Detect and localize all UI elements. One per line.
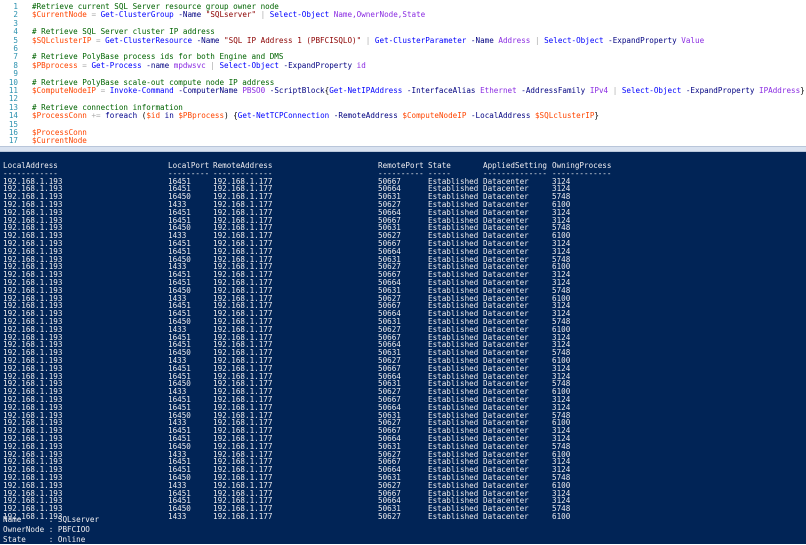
script-editor-pane[interactable]: 1 #Retrieve current SQL Server resource g… bbox=[0, 0, 806, 146]
code-text: $PBprocess = Get-Process -name mpdwsvc |… bbox=[32, 60, 366, 70]
code-token: Value bbox=[681, 35, 705, 45]
code-token: -ExpandProperty bbox=[278, 60, 357, 70]
code-token: Ethernet bbox=[480, 86, 517, 95]
property-key: Name bbox=[3, 515, 45, 524]
code-token: | bbox=[256, 10, 270, 20]
property-separator: : bbox=[44, 535, 58, 544]
applied-setting-cell: Datacenter bbox=[483, 512, 529, 521]
code-token: -Name bbox=[173, 10, 206, 20]
owning-process-cell: 6100 bbox=[552, 512, 571, 521]
state-cell: Established bbox=[428, 512, 479, 521]
code-token: -Name bbox=[192, 35, 225, 45]
code-token: -RemoteAddress bbox=[329, 111, 403, 121]
code-token: "SQL IP Address 1 (PBFCISQLO)" bbox=[224, 35, 362, 45]
cluster-group-properties: Name : SQLserver OwnerNode : PBFCIOO State… bbox=[3, 515, 99, 545]
code-token: | bbox=[361, 35, 375, 45]
code-token: $SQLclusterIP bbox=[534, 111, 595, 121]
code-token: Get-ClusterResource bbox=[105, 35, 193, 45]
code-token: id bbox=[356, 60, 366, 70]
code-token: foreach bbox=[105, 111, 138, 121]
code-token: $CurrentNode bbox=[32, 136, 87, 146]
code-token: $ComputeNodeIP bbox=[32, 86, 97, 95]
code-token: mpdwsvc bbox=[173, 60, 206, 70]
console-output-pane[interactable]: LocalAddress LocalPort RemoteAddress Remote… bbox=[0, 152, 806, 544]
code-text: $ComputeNodeIP = Invoke-Command -Compute… bbox=[32, 86, 805, 95]
code-token: -Name bbox=[466, 35, 499, 45]
code-text: $ProcessConn += foreach ($id in $PBproce… bbox=[32, 111, 599, 121]
code-token: Select-Object bbox=[269, 10, 330, 20]
code-token: PBSO0 bbox=[242, 86, 266, 95]
property-row: OwnerNode : PBFCIOO bbox=[3, 525, 99, 535]
code-token: "SQLserver" bbox=[205, 10, 257, 20]
code-token: = bbox=[86, 10, 101, 20]
line-number: 17 bbox=[8, 136, 18, 146]
code-token: Name,OwnerNode,State bbox=[329, 10, 426, 20]
code-token: | bbox=[205, 60, 220, 70]
remote-address-cell: 192.168.1.177 bbox=[213, 512, 273, 521]
code-token: -InterfaceAlias bbox=[402, 86, 481, 95]
code-token: -ScriptBlock bbox=[265, 86, 325, 95]
property-value: Online bbox=[57, 535, 86, 544]
code-token: $PBprocess bbox=[178, 111, 225, 121]
code-token: -ExpandProperty bbox=[681, 86, 760, 95]
property-separator: : bbox=[44, 525, 58, 534]
code-token: | bbox=[608, 86, 622, 95]
code-token: ( bbox=[137, 111, 147, 121]
code-token: Invoke-Command bbox=[109, 86, 174, 95]
code-token: Get-Process bbox=[91, 60, 142, 70]
code-token: Select-Object bbox=[219, 60, 279, 70]
code-token: $PBprocess bbox=[32, 60, 78, 70]
code-token: in bbox=[160, 111, 179, 121]
code-token: = bbox=[77, 60, 92, 70]
code-token: Select-Object bbox=[621, 86, 682, 95]
property-value: SQLserver bbox=[57, 515, 100, 524]
code-text: $CurrentNode bbox=[32, 137, 87, 145]
property-key: State bbox=[3, 535, 45, 544]
code-token: -name bbox=[141, 60, 174, 70]
local-port-cell: 1433 bbox=[168, 512, 187, 521]
code-token: Get-ClusterGroup bbox=[100, 10, 174, 20]
code-token: -LocalAddress bbox=[466, 111, 535, 121]
code-token: = bbox=[91, 35, 106, 45]
code-text: $SQLclusterIP = Get-ClusterResource -Nam… bbox=[32, 35, 705, 45]
code-token: ) { bbox=[224, 111, 238, 121]
property-separator: : bbox=[44, 515, 58, 524]
property-row: Name : SQLserver bbox=[3, 515, 99, 525]
code-token: Get-NetIPAddress bbox=[329, 86, 403, 95]
code-token: IPv4 bbox=[589, 86, 609, 95]
property-key: OwnerNode bbox=[3, 525, 45, 534]
code-token: $CurrentNode bbox=[32, 10, 87, 20]
code-token: } bbox=[800, 86, 805, 95]
code-token: -AddressFamily bbox=[516, 86, 590, 95]
code-token: -ExpandProperty bbox=[603, 35, 682, 45]
code-token: $ComputeNodeIP bbox=[402, 111, 467, 121]
code-token: $ProcessConn bbox=[32, 111, 87, 121]
code-token: | bbox=[530, 35, 545, 45]
code-token: Get-NetTCPConnection bbox=[237, 111, 330, 121]
code-token: IPAddress bbox=[759, 86, 801, 95]
code-text: $CurrentNode = Get-ClusterGroup -Name "S… bbox=[32, 11, 425, 19]
code-token: -ComputerName bbox=[173, 86, 243, 95]
code-token: } bbox=[594, 111, 599, 121]
code-token: $SQLclusterIP bbox=[32, 35, 92, 45]
code-token: Select-Object bbox=[544, 35, 604, 45]
property-value: PBFCIOO bbox=[57, 525, 90, 534]
code-token: = bbox=[96, 86, 110, 95]
code-token: Address bbox=[498, 35, 531, 45]
code-token: $id bbox=[146, 111, 161, 121]
code-token: Get-ClusterParameter bbox=[374, 35, 467, 45]
code-token: += bbox=[86, 111, 106, 121]
remote-port-cell: 50627 bbox=[378, 512, 401, 521]
